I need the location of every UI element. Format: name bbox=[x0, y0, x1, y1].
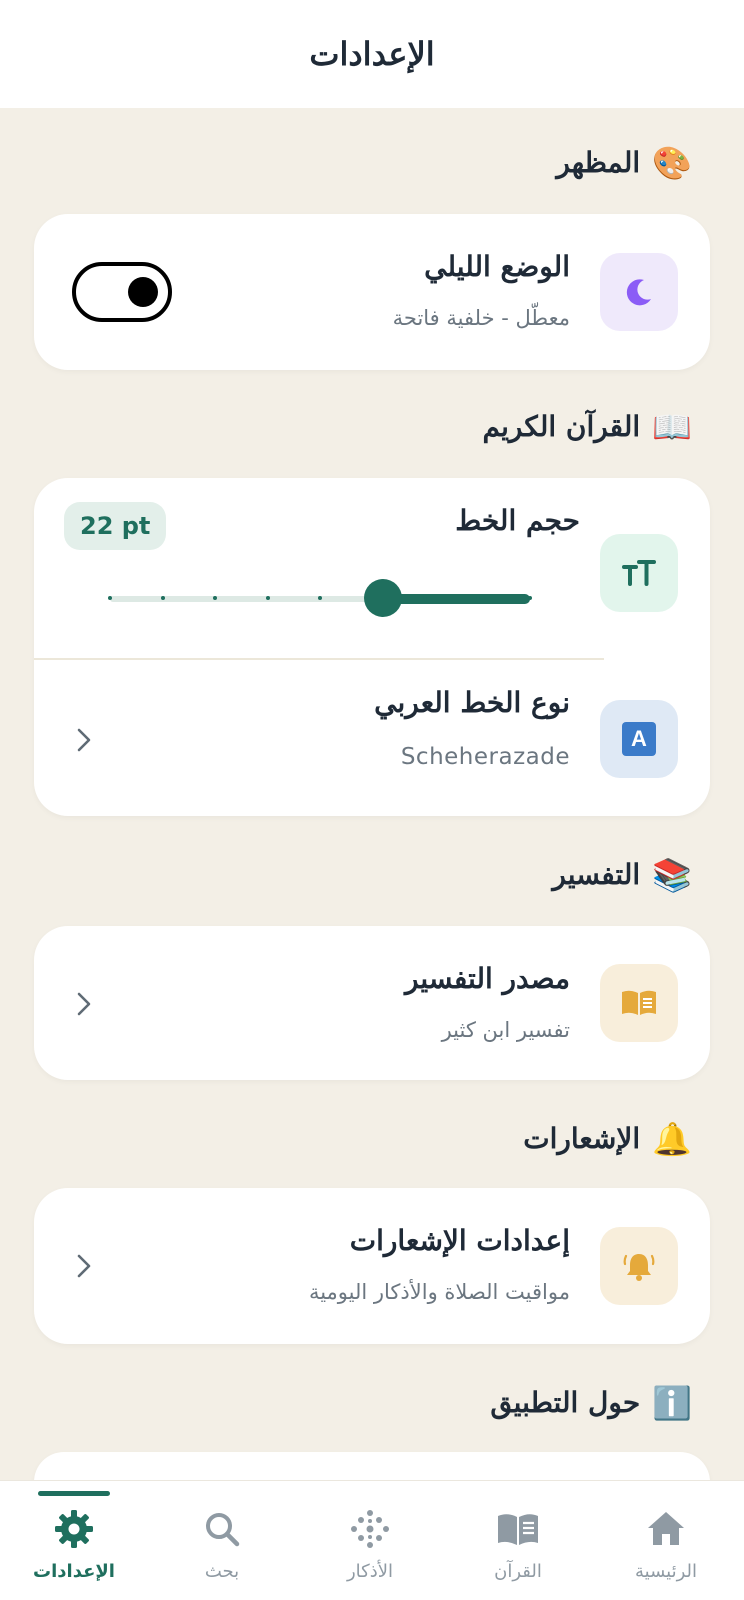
nav-label: الرئيسية bbox=[635, 1561, 697, 1582]
nav-label: الأذكار bbox=[346, 1561, 394, 1582]
slider-thumb[interactable] bbox=[364, 579, 402, 617]
night-mode-card[interactable]: الوضع الليلي معطّل - خلفية فاتحة bbox=[34, 214, 710, 370]
palette-icon: 🎨 bbox=[652, 143, 692, 182]
book-icon bbox=[498, 1514, 538, 1545]
tafsir-source-subtitle: تفسير ابن كثير bbox=[441, 1018, 570, 1042]
section-label: حول التطبيق bbox=[490, 1386, 641, 1419]
moon-icon bbox=[600, 253, 678, 331]
app-header: الإعدادات bbox=[0, 0, 744, 108]
nav-label: القرآن bbox=[494, 1561, 542, 1582]
books-icon: 📚 bbox=[652, 855, 692, 894]
bottom-navigation: الإعدادات بحث الأذكار القرآن الرئيسية bbox=[0, 1480, 744, 1600]
nav-label: الإعدادات bbox=[33, 1561, 115, 1582]
dots-icon bbox=[351, 1510, 389, 1548]
notification-settings-card[interactable]: إعدادات الإشعارات مواقيت الصلاة والأذكار… bbox=[34, 1188, 710, 1344]
slider-tick bbox=[475, 596, 480, 600]
slider-track-active bbox=[383, 594, 530, 604]
chevron-right-icon[interactable] bbox=[74, 1252, 94, 1280]
night-mode-title: الوضع الليلي bbox=[424, 250, 570, 283]
divider bbox=[34, 658, 604, 660]
slider-tick bbox=[160, 596, 165, 600]
section-label: التفسير bbox=[552, 858, 641, 891]
font-size-title: حجم الخط bbox=[455, 504, 580, 537]
nav-item-search[interactable]: بحث bbox=[148, 1481, 296, 1600]
active-indicator bbox=[38, 1491, 110, 1496]
tafsir-source-title: مصدر التفسير bbox=[404, 962, 570, 995]
alarm-bell-icon bbox=[600, 1227, 678, 1305]
reading-book-icon bbox=[600, 964, 678, 1042]
section-about-title: ℹ️ حول التطبيق bbox=[490, 1386, 692, 1419]
notification-settings-title: إعدادات الإشعارات bbox=[349, 1224, 570, 1257]
notification-settings-subtitle: مواقيت الصلاة والأذكار اليومية bbox=[308, 1280, 570, 1304]
section-tafsir-title: 📚 التفسير bbox=[552, 858, 692, 891]
slider-tick bbox=[318, 596, 322, 600]
chevron-right-icon[interactable] bbox=[74, 726, 94, 754]
search-icon bbox=[206, 1513, 240, 1547]
icon-letter: A bbox=[631, 726, 647, 751]
slider-tick bbox=[528, 596, 532, 600]
gear-icon bbox=[55, 1510, 93, 1548]
nav-item-adhkar[interactable]: الأذكار bbox=[296, 1481, 444, 1600]
text-size-icon bbox=[600, 534, 678, 612]
nav-item-settings[interactable]: الإعدادات bbox=[0, 1481, 148, 1600]
letter-a-icon: A bbox=[622, 722, 656, 756]
section-notifications-title: 🔔 الإشعارات bbox=[523, 1122, 692, 1155]
font-type-icon: A bbox=[600, 700, 678, 778]
page-title: الإعدادات bbox=[309, 35, 435, 73]
section-label: الإشعارات bbox=[523, 1122, 641, 1155]
home-icon bbox=[648, 1512, 684, 1545]
quran-settings-card: حجم الخط 22 pt A نوع الخط العربي Scheher… bbox=[34, 478, 710, 816]
arabic-font-title: نوع الخط العربي bbox=[374, 686, 570, 719]
section-quran-title: 📖 القرآن الكريم bbox=[482, 410, 692, 443]
open-book-icon: 📖 bbox=[652, 407, 692, 446]
slider-tick bbox=[108, 596, 112, 600]
slider-tick bbox=[265, 596, 270, 600]
font-size-value-badge: 22 pt bbox=[64, 502, 167, 550]
tafsir-source-card[interactable]: مصدر التفسير تفسير ابن كثير bbox=[34, 926, 710, 1080]
arabic-font-subtitle: Scheherazade bbox=[400, 744, 570, 770]
night-mode-subtitle: معطّل - خلفية فاتحة bbox=[392, 306, 570, 330]
night-mode-toggle[interactable] bbox=[72, 262, 172, 322]
section-label: القرآن الكريم bbox=[482, 410, 641, 443]
toggle-knob bbox=[128, 277, 158, 307]
info-icon: ℹ️ bbox=[652, 1383, 692, 1422]
nav-label: بحث bbox=[204, 1561, 240, 1582]
section-label: المظهر bbox=[556, 146, 641, 179]
slider-tick bbox=[213, 596, 217, 600]
section-appearance-title: 🎨 المظهر bbox=[556, 146, 692, 179]
nav-item-home[interactable]: الرئيسية bbox=[592, 1481, 740, 1600]
nav-item-quran[interactable]: القرآن bbox=[444, 1481, 592, 1600]
slider-tick bbox=[423, 596, 427, 600]
chevron-right-icon[interactable] bbox=[74, 990, 94, 1018]
font-size-slider[interactable] bbox=[108, 578, 532, 618]
bell-icon: 🔔 bbox=[652, 1119, 692, 1158]
